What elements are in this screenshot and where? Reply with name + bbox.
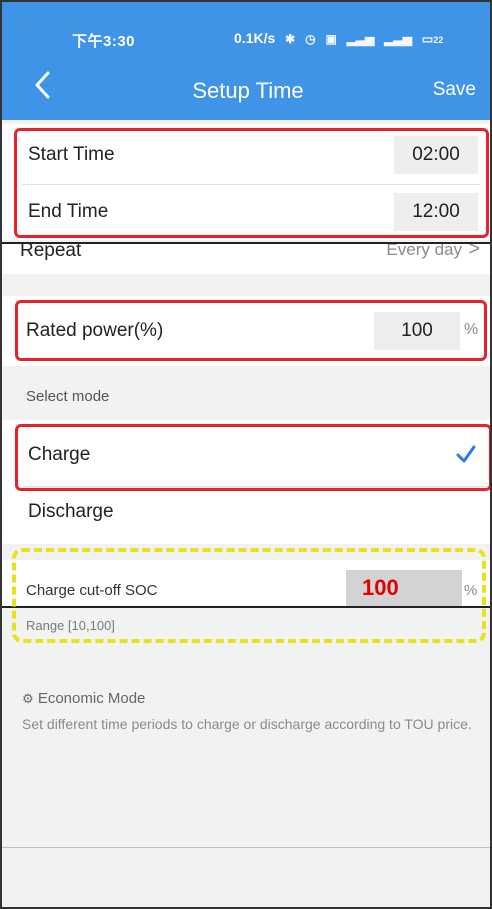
save-button[interactable]: Save: [433, 79, 476, 101]
rated-power-unit: %: [464, 321, 479, 338]
divider: [2, 847, 490, 848]
select-mode-label: Select mode: [26, 388, 110, 405]
app-screen: 下午3:30 0.1K/s ✱ ◷ ▣ ▂▃▅ ▂▃▅ ▭22 Setup Ti…: [0, 0, 492, 909]
message-icon: ▣: [325, 32, 337, 46]
signal-icon: ▂▃▅: [384, 32, 412, 46]
time-range-section: Start Time 02:00 End Time 12:00: [2, 124, 490, 240]
cutoff-soc-unit: %: [464, 582, 478, 599]
checkmark-icon: [456, 445, 476, 463]
start-time-label: Start Time: [28, 144, 115, 165]
cutoff-soc-row: Charge cut-off SOC 100 %: [2, 560, 490, 608]
economic-mode-description: Set different time periods to charge or …: [22, 716, 472, 732]
cutoff-soc-input[interactable]: 100: [346, 570, 462, 606]
repeat-value: Every day: [386, 242, 462, 259]
mode-options: Charge Discharge: [2, 420, 490, 544]
end-time-label: End Time: [28, 201, 109, 222]
economic-mode-title-text: Economic Mode: [37, 690, 146, 707]
form-content: Start Time 02:00 End Time 12:00 Repeat E…: [2, 120, 490, 907]
cutoff-range-hint: Range [10,100]: [26, 618, 115, 633]
battery-level: 22: [433, 35, 444, 45]
mode-charge-label: Charge: [28, 444, 91, 465]
mode-option-charge[interactable]: Charge: [2, 420, 490, 486]
mode-discharge-label: Discharge: [28, 501, 114, 522]
divider: [22, 184, 480, 185]
net-speed: 0.1K/s: [234, 30, 276, 46]
start-time-value[interactable]: 02:00: [394, 136, 478, 174]
alarm-icon: ◷: [305, 32, 316, 46]
bluetooth-icon: ✱: [285, 32, 296, 46]
repeat-row[interactable]: Repeat Every day >: [2, 242, 490, 274]
end-time-value[interactable]: 12:00: [394, 193, 478, 231]
rated-power-row: Rated power(%) 100 %: [2, 296, 490, 366]
economic-mode-title: ⚙ Economic Mode: [22, 690, 145, 707]
battery-icon: ▭22: [421, 32, 444, 46]
repeat-label: Repeat: [20, 242, 82, 261]
rated-power-input[interactable]: 100: [374, 312, 460, 350]
status-time: 下午3:30: [72, 33, 136, 50]
signal-icon: ▂▃▅: [346, 32, 375, 46]
chevron-right-icon: >: [468, 242, 480, 260]
rated-power-label: Rated power(%): [26, 320, 164, 341]
header-bar: 下午3:30 0.1K/s ✱ ◷ ▣ ▂▃▅ ▂▃▅ ▭22 Setup Ti…: [2, 2, 490, 120]
economic-mode-icon: ⚙: [22, 691, 34, 706]
cutoff-soc-label: Charge cut-off SOC: [26, 582, 158, 599]
mode-option-discharge[interactable]: Discharge: [2, 487, 490, 544]
page-title: Setup Time: [192, 78, 304, 103]
status-icons: 0.1K/s ✱ ◷ ▣ ▂▃▅ ▂▃▅ ▭22: [234, 30, 443, 46]
